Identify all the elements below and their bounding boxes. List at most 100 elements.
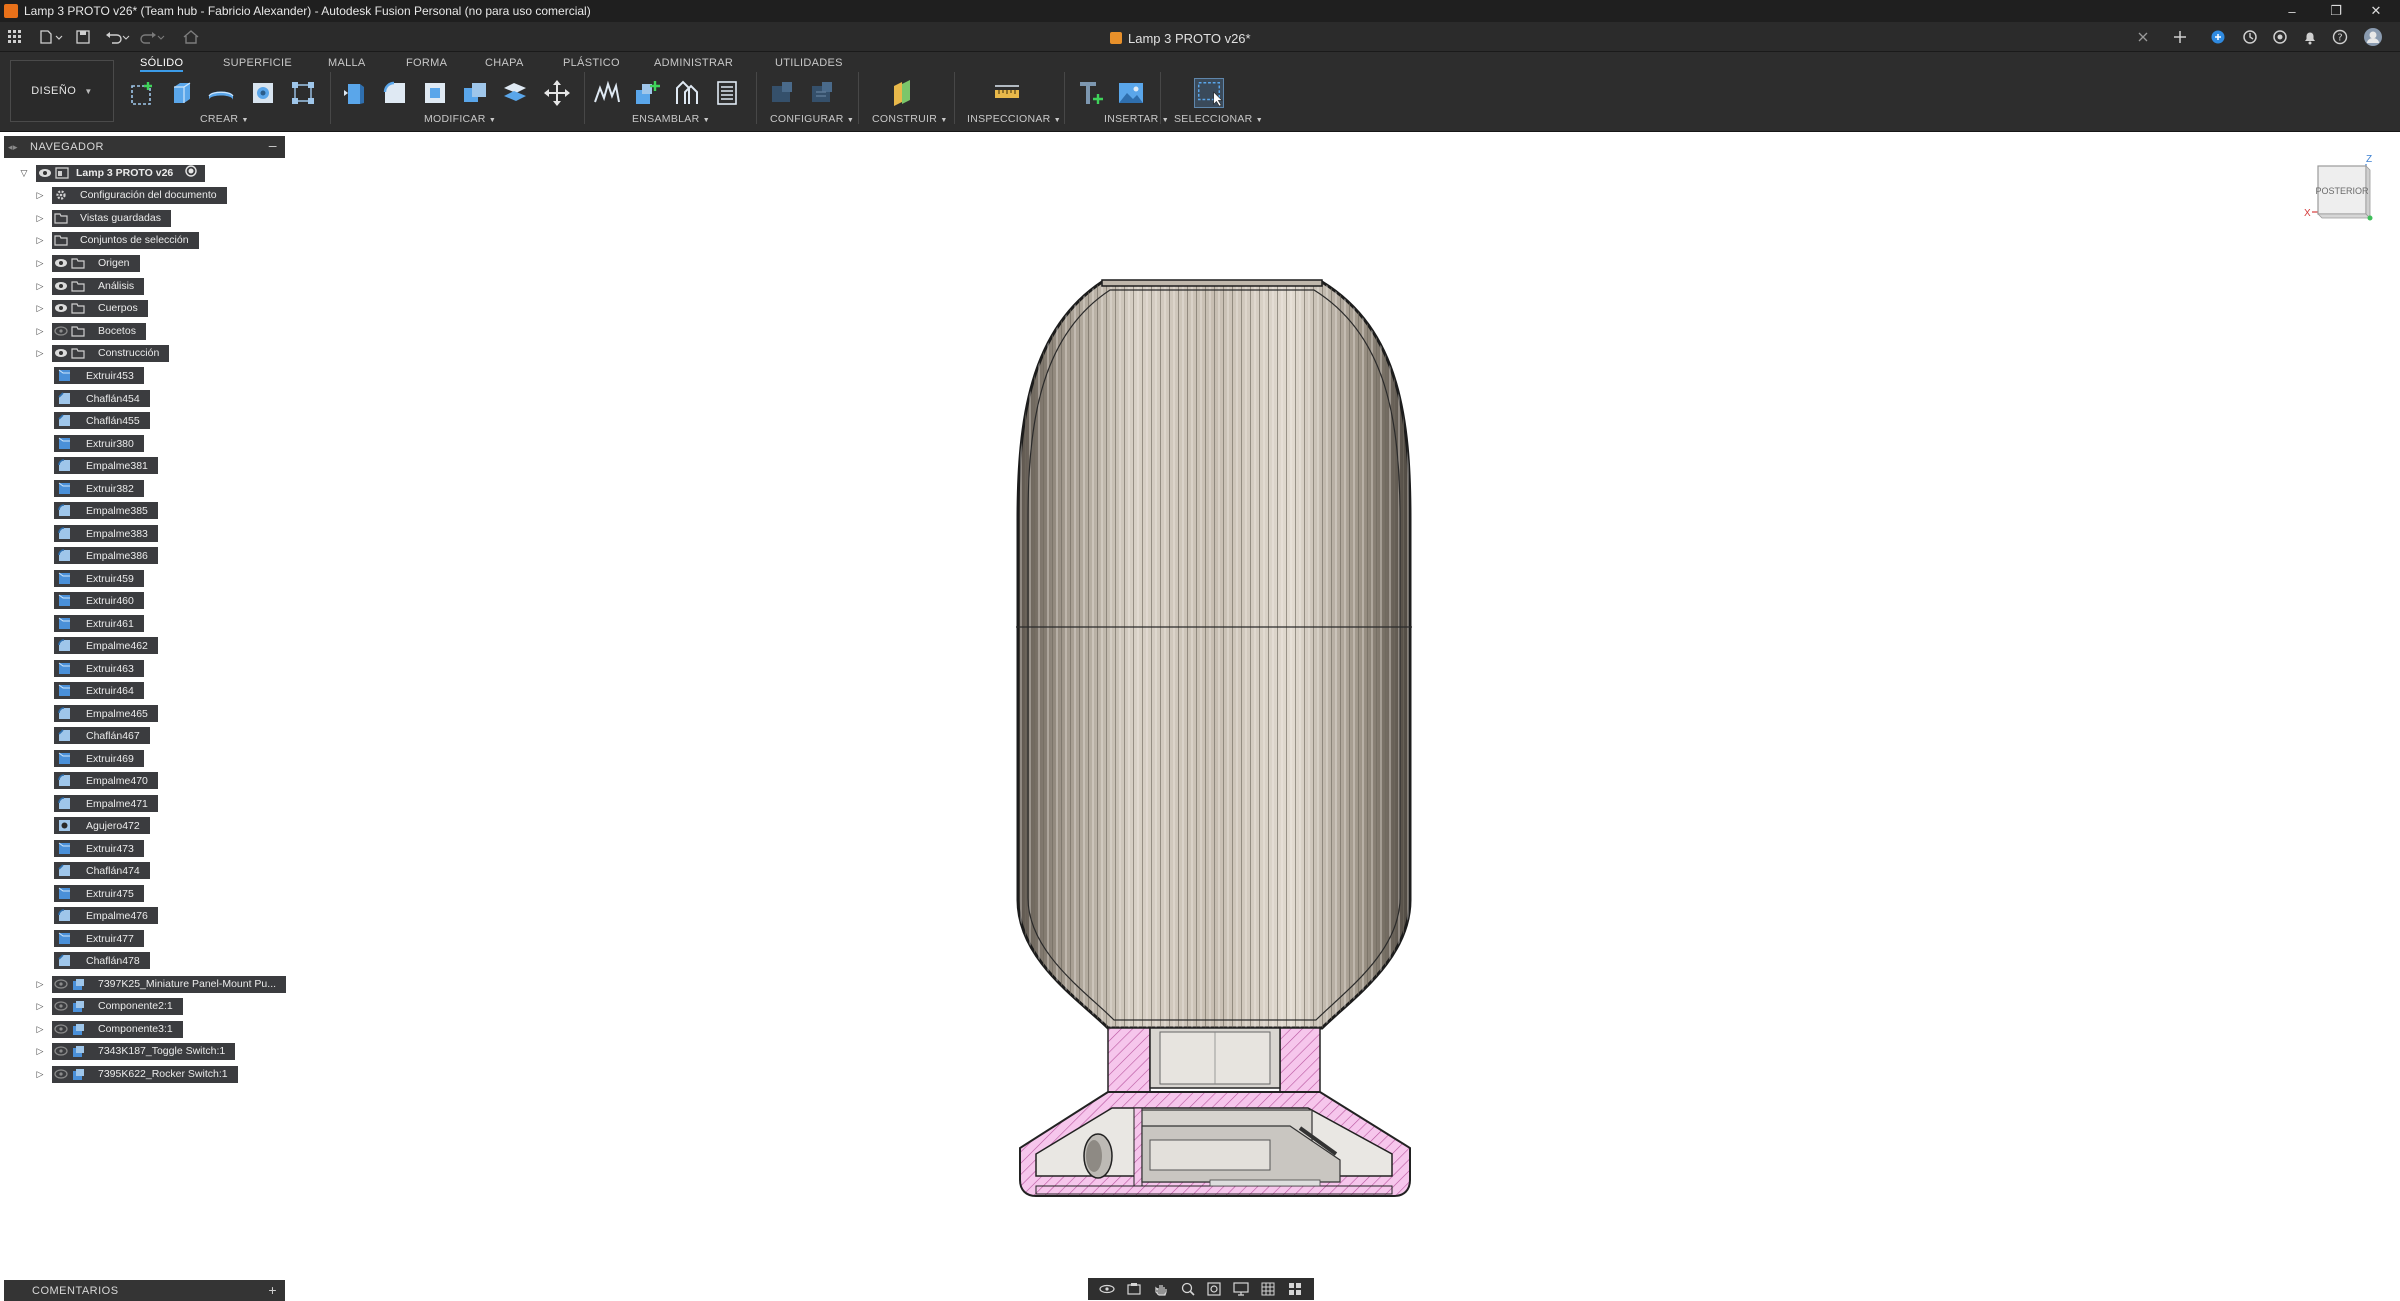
tab-chapa[interactable]: CHAPA (485, 57, 524, 69)
tree-folder-bodies[interactable]: Cuerpos (52, 299, 148, 317)
feature-item[interactable]: Chaflán478 (54, 952, 150, 969)
feature-item[interactable]: Extruir464 (54, 682, 144, 699)
expand-arrow-icon[interactable]: ▷ (35, 209, 45, 227)
home-icon[interactable] (182, 28, 200, 46)
configure-rule-icon[interactable] (808, 78, 838, 108)
feature-item[interactable]: Empalme386 (54, 547, 158, 564)
tab-forma[interactable]: FORMA (406, 57, 447, 69)
zoom-window-icon[interactable] (1205, 1281, 1223, 1297)
eye-hidden-icon[interactable] (52, 323, 70, 340)
measure-icon[interactable] (992, 78, 1022, 108)
bill-of-materials-icon[interactable] (712, 78, 742, 108)
display-settings-icon[interactable] (1232, 1281, 1250, 1297)
eye-visibility-icon[interactable] (52, 300, 70, 317)
tree-component[interactable]: 7343K187_Toggle Switch:1 (52, 1042, 236, 1060)
ensamblar-menu[interactable]: ENSAMBLAR ▼ (632, 113, 710, 125)
orbit-icon[interactable] (1098, 1281, 1116, 1297)
insert-canvas-icon[interactable] (1116, 78, 1146, 108)
feature-item[interactable]: Chaflán467 (54, 727, 150, 744)
feature-item[interactable]: Empalme465 (54, 705, 158, 722)
collapse-panel-icon[interactable]: – (269, 137, 277, 153)
revolve-icon[interactable] (206, 78, 236, 108)
feature-item[interactable]: Extruir453 (54, 367, 144, 384)
modificar-menu[interactable]: MODIFICAR ▼ (424, 113, 496, 125)
online-status-icon[interactable] (2270, 28, 2290, 46)
eye-visibility-icon[interactable] (36, 165, 54, 182)
comments-panel-header[interactable]: COMENTARIOS + (4, 1280, 285, 1301)
construir-menu[interactable]: CONSTRUIR ▼ (872, 113, 948, 125)
split-body-icon[interactable] (500, 78, 530, 108)
tree-component[interactable]: 7395K622_Rocker Switch:1 (52, 1065, 238, 1083)
workspace-switcher[interactable]: DISEÑO ▼ (10, 60, 114, 122)
tree-folder-selection-sets[interactable]: Conjuntos de selección (52, 231, 199, 249)
file-menu-icon[interactable] (38, 28, 64, 46)
feature-item[interactable]: Extruir382 (54, 480, 144, 497)
expand-arrow-icon[interactable]: ▷ (35, 1065, 45, 1083)
tree-component[interactable]: Componente3:1 (52, 1020, 183, 1038)
feature-item[interactable]: Extruir463 (54, 660, 144, 677)
app-grid-icon[interactable] (6, 28, 24, 46)
as-built-joint-icon[interactable] (672, 78, 702, 108)
feature-item[interactable]: Chaflán455 (54, 412, 150, 429)
viewcube[interactable]: Z X POSTERIOR (2302, 152, 2376, 224)
new-component-icon[interactable] (632, 78, 662, 108)
expand-arrow-icon[interactable]: ▷ (35, 277, 45, 295)
select-window-icon[interactable] (1194, 78, 1224, 108)
expand-arrow-icon[interactable]: ▷ (35, 299, 45, 317)
undo-icon[interactable] (104, 28, 132, 46)
add-comment-icon[interactable]: + (268, 1282, 277, 1298)
eye-visibility-icon[interactable] (52, 255, 70, 272)
insert-text-icon[interactable] (1076, 78, 1106, 108)
save-icon[interactable] (74, 28, 92, 46)
eye-hidden-icon[interactable] (52, 998, 70, 1015)
feature-item[interactable]: Empalme471 (54, 795, 158, 812)
activate-radio-icon[interactable] (185, 164, 197, 182)
document-tab[interactable]: Lamp 3 PROTO v26* (1110, 27, 1251, 49)
expand-arrow-icon[interactable]: ▷ (35, 344, 45, 362)
expand-arrow-icon[interactable]: ▷ (35, 1020, 45, 1038)
navigator-header[interactable]: ◂▸ NAVEGADOR – (4, 136, 285, 158)
press-pull-icon[interactable] (340, 78, 370, 108)
tab-solido[interactable]: SÓLIDO (140, 57, 184, 72)
eye-hidden-icon[interactable] (52, 1066, 70, 1083)
feature-item[interactable]: Agujero472 (54, 817, 150, 834)
eye-hidden-icon[interactable] (52, 976, 70, 993)
notifications-bell-icon[interactable] (2300, 28, 2320, 46)
restore-button[interactable]: ❐ (2316, 0, 2356, 22)
feature-item[interactable]: Empalme476 (54, 907, 158, 924)
eye-hidden-icon[interactable] (52, 1021, 70, 1038)
joint-icon[interactable] (592, 78, 622, 108)
collapse-arrow-icon[interactable]: ▽ (19, 164, 29, 182)
rectangular-pattern-icon[interactable] (288, 78, 318, 108)
feature-item[interactable]: Empalme462 (54, 637, 158, 654)
feature-item[interactable]: Extruir459 (54, 570, 144, 587)
feature-item[interactable]: Extruir469 (54, 750, 144, 767)
tree-folder-saved-views[interactable]: Vistas guardadas (52, 209, 171, 227)
tree-component[interactable]: 7397K25_Miniature Panel-Mount Pu... (52, 975, 287, 993)
tab-malla[interactable]: MALLA (328, 57, 366, 69)
extrude-icon[interactable] (166, 78, 196, 108)
expand-arrow-icon[interactable]: ▷ (35, 1042, 45, 1060)
drag-grip-icon[interactable]: ◂▸ (4, 142, 22, 153)
tree-folder-document-settings[interactable]: Configuración del documento (52, 186, 227, 204)
grid-snaps-icon[interactable] (1259, 1281, 1277, 1297)
feature-item[interactable]: Extruir460 (54, 592, 144, 609)
extensions-icon[interactable] (2208, 28, 2228, 46)
tree-folder-sketches[interactable]: Bocetos (52, 322, 146, 340)
look-at-icon[interactable] (1125, 1281, 1143, 1297)
zoom-icon[interactable] (1179, 1281, 1197, 1297)
feature-item[interactable]: Extruir477 (54, 930, 144, 947)
tree-folder-origin[interactable]: Origen (52, 254, 140, 272)
tree-folder-analysis[interactable]: Análisis (52, 277, 145, 295)
expand-arrow-icon[interactable]: ▷ (35, 231, 45, 249)
feature-item[interactable]: Extruir475 (54, 885, 144, 902)
job-status-icon[interactable] (2240, 28, 2260, 46)
feature-item[interactable]: Empalme470 (54, 772, 158, 789)
tab-superficie[interactable]: SUPERFICIE (223, 57, 292, 69)
move-copy-icon[interactable] (542, 78, 572, 108)
tab-utilidades[interactable]: UTILIDADES (775, 57, 843, 69)
expand-arrow-icon[interactable]: ▷ (35, 975, 45, 993)
configure-table-icon[interactable] (768, 78, 798, 108)
tree-root[interactable]: Lamp 3 PROTO v26 (36, 164, 206, 182)
eye-hidden-icon[interactable] (52, 1043, 70, 1060)
